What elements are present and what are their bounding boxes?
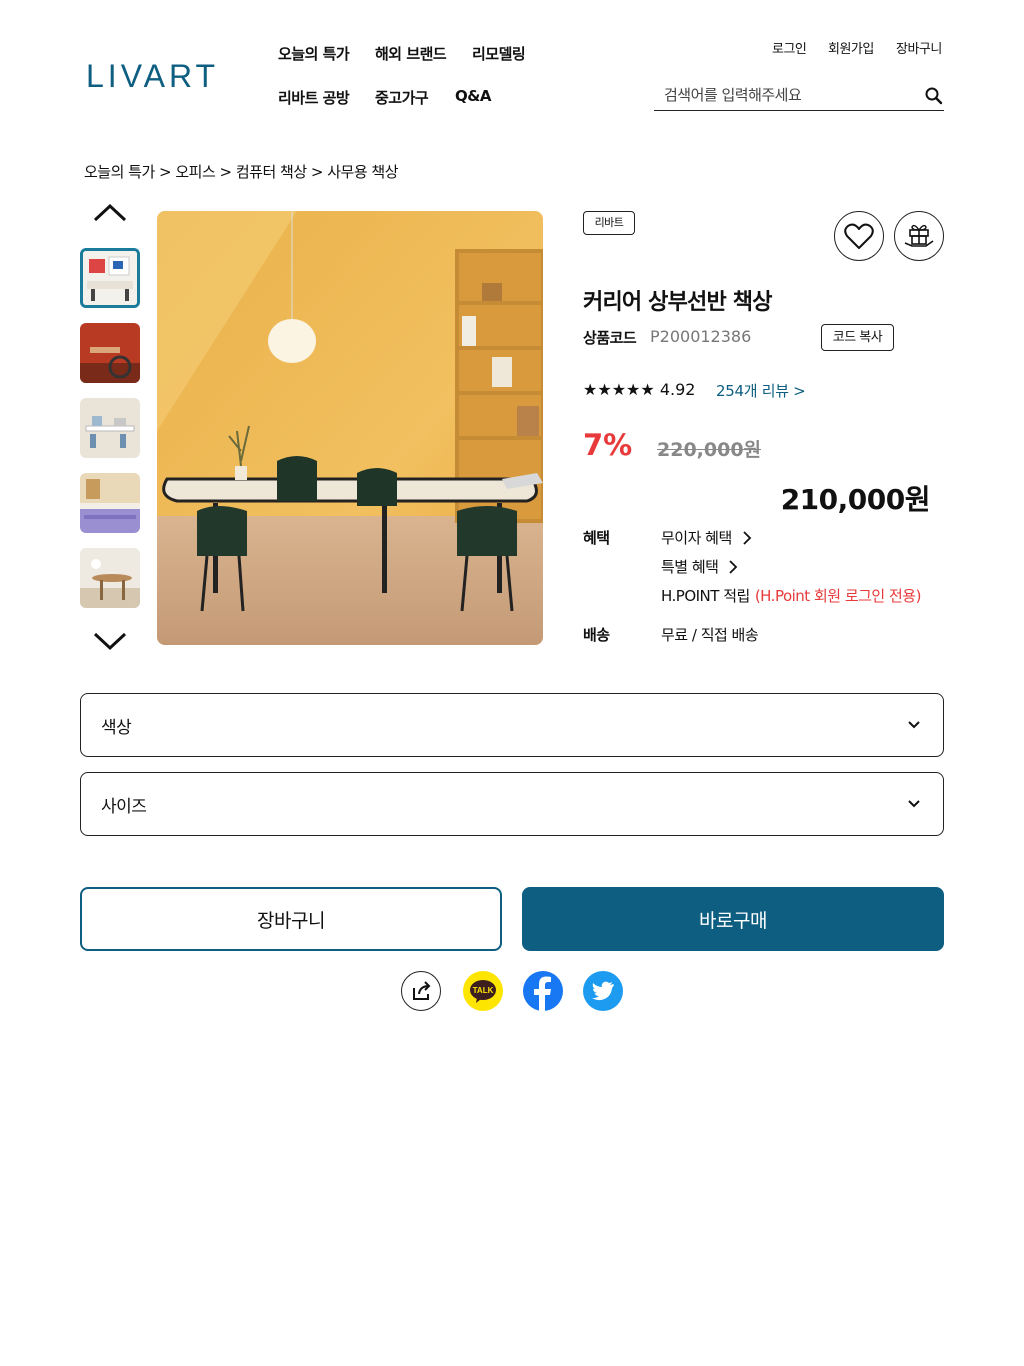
benefit-special-label: 특별 혜택 <box>661 558 719 576</box>
color-select-label: 색상 <box>101 717 132 738</box>
buy-now-button[interactable]: 바로구매 <box>522 887 944 951</box>
product-code-label: 상품코드 <box>583 329 637 347</box>
login-link[interactable]: 로그인 <box>772 38 807 57</box>
search-input[interactable] <box>654 82 904 108</box>
size-select[interactable]: 사이즈 <box>80 772 944 836</box>
kakaotalk-share-button[interactable]: TALK <box>463 971 503 1011</box>
wishlist-button[interactable] <box>834 211 884 261</box>
nav-livart-workshop[interactable]: 리바트 공방 <box>278 87 350 108</box>
signup-link[interactable]: 회원가입 <box>828 38 874 57</box>
chevron-right-icon <box>729 559 738 574</box>
thumbnail-2[interactable] <box>80 323 140 383</box>
chevron-up-icon <box>93 203 127 222</box>
discount-rate: 7% <box>583 428 633 462</box>
chevron-down-icon <box>908 800 920 808</box>
search-bar <box>654 82 944 111</box>
share-icon <box>413 981 431 1000</box>
svg-text:TALK: TALK <box>473 986 494 995</box>
delivery-label: 배송 <box>583 626 610 644</box>
facebook-share-button[interactable] <box>523 971 563 1011</box>
product-title: 커리어 상부선반 책상 <box>583 290 772 315</box>
benefit-interest-free-label: 무이자 혜택 <box>661 529 732 547</box>
livart-logo[interactable]: LIVART <box>86 58 219 95</box>
twitter-icon <box>592 981 614 1001</box>
benefit-hpoint: H.POINT 적립 (H.Point 회원 로그인 전용) <box>661 585 921 606</box>
thumbnail-3[interactable] <box>80 398 140 458</box>
cart-link[interactable]: 장바구니 <box>896 38 942 57</box>
nav-today-deal[interactable]: 오늘의 특가 <box>278 43 350 64</box>
thumb-next-button[interactable] <box>90 630 130 658</box>
thumbnail-4[interactable] <box>80 473 140 533</box>
benefit-interest-free[interactable]: 무이자 혜택 <box>661 527 752 548</box>
facebook-icon <box>534 976 551 1011</box>
delivery-info: 무료 / 직접 배송 <box>661 626 759 644</box>
color-select[interactable]: 색상 <box>80 693 944 757</box>
product-main-image <box>157 211 543 645</box>
gift-button[interactable] <box>894 211 944 261</box>
original-price: 220,000원 <box>657 439 762 461</box>
add-to-cart-button[interactable]: 장바구니 <box>80 887 502 951</box>
nav-overseas-brand[interactable]: 해외 브랜드 <box>375 43 447 64</box>
copy-code-button[interactable]: 코드 복사 <box>821 324 894 351</box>
chevron-down-icon <box>908 721 920 729</box>
size-select-label: 사이즈 <box>101 796 147 817</box>
nav-remodeling[interactable]: 리모델링 <box>472 43 526 64</box>
breadcrumb[interactable]: 오늘의 특가 > 오피스 > 컴퓨터 책상 > 사무용 책상 <box>84 161 399 182</box>
chevron-right-icon <box>743 530 752 545</box>
hpoint-label: H.POINT 적립 <box>661 587 750 605</box>
nav-qna[interactable]: Q&A <box>455 87 491 105</box>
nav-used-furniture[interactable]: 중고가구 <box>375 87 429 108</box>
rating-value: 4.92 <box>659 380 696 399</box>
reviews-link[interactable]: 254개 리뷰 > <box>716 380 806 401</box>
benefit-label: 혜택 <box>583 529 610 547</box>
thumb-prev-button[interactable] <box>90 200 130 228</box>
benefit-special[interactable]: 특별 혜택 <box>661 556 738 577</box>
thumbnail-1[interactable] <box>80 248 140 308</box>
brand-badge[interactable]: 리바트 <box>583 211 635 235</box>
search-icon[interactable] <box>924 86 944 106</box>
product-code: P200012386 <box>650 327 752 346</box>
kakaotalk-icon: TALK <box>470 980 496 1003</box>
share-button[interactable] <box>401 971 441 1011</box>
thumbnail-5[interactable] <box>80 548 140 608</box>
rating-stars: ★★★★★ <box>583 380 655 399</box>
rating: ★★★★★ 4.92 <box>583 380 695 399</box>
heart-icon <box>844 223 874 249</box>
chevron-down-icon <box>93 632 127 651</box>
hpoint-note: (H.Point 회원 로그인 전용) <box>754 587 922 605</box>
gift-icon <box>904 224 934 247</box>
sale-price: 210,000원 <box>780 483 931 516</box>
twitter-share-button[interactable] <box>583 971 623 1011</box>
